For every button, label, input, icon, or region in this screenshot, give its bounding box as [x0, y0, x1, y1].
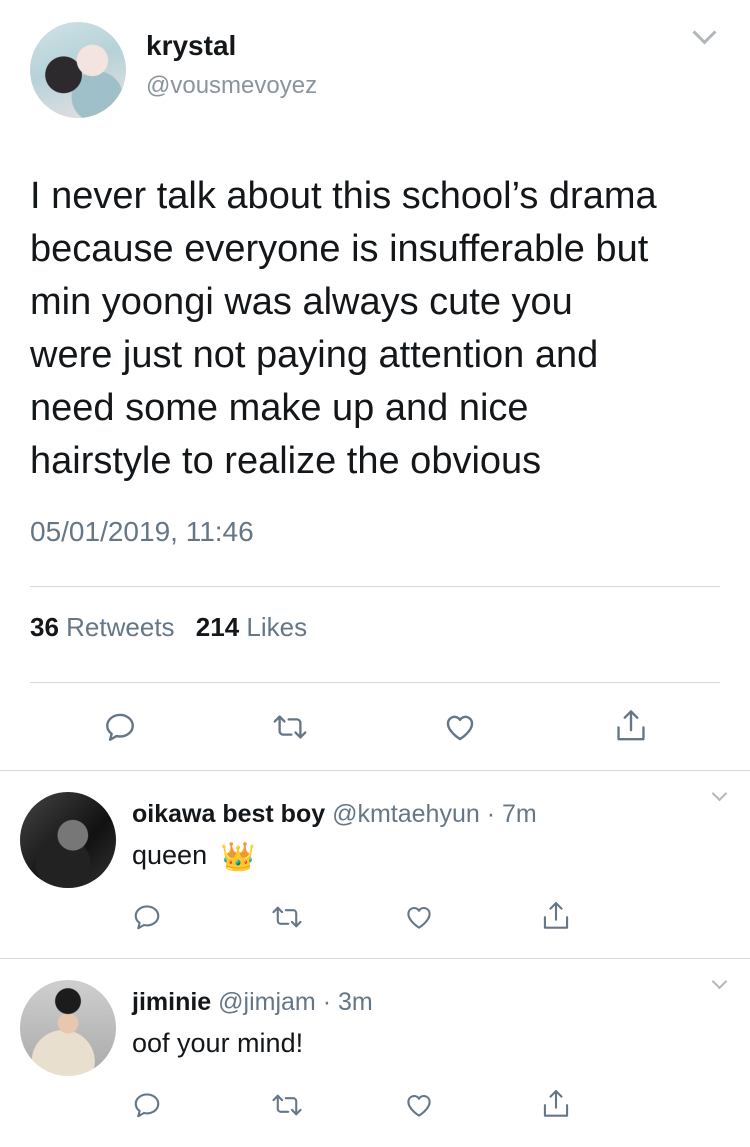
reply-text: oof your mind!	[132, 1028, 304, 1058]
reply-icon[interactable]	[132, 1090, 162, 1120]
like-count[interactable]: 214	[196, 612, 239, 642]
like-icon[interactable]	[404, 902, 434, 932]
user-handle[interactable]: @jimjam	[218, 988, 316, 1016]
share-icon[interactable]	[541, 1088, 571, 1120]
tweet-text-line: I never talk about this school’s drama	[30, 175, 657, 217]
chevron-down-icon[interactable]	[711, 973, 728, 990]
avatar[interactable]	[20, 792, 116, 888]
reply-header: oikawa best boy @kmtaehyun · 7m	[132, 800, 537, 829]
reply-icon[interactable]	[132, 902, 162, 932]
crown-emoji: 👑	[220, 841, 256, 872]
retweet-label[interactable]: Retweets	[66, 612, 174, 642]
share-icon[interactable]	[614, 708, 648, 744]
reply-tweet[interactable]: jiminie @jimjam · 3m oof your mind!	[0, 958, 750, 1147]
like-icon[interactable]	[443, 710, 477, 744]
tweet-text-line: need some make up and nice	[30, 387, 529, 429]
tweet-stats: 36 Retweets 214 Likes	[30, 612, 321, 643]
retweet-icon[interactable]	[271, 902, 303, 932]
chevron-down-icon[interactable]	[692, 20, 717, 45]
retweet-count[interactable]: 36	[30, 612, 59, 642]
display-name[interactable]: jiminie	[132, 988, 211, 1016]
avatar[interactable]	[20, 980, 116, 1076]
user-handle[interactable]: @kmtaehyun	[332, 800, 480, 828]
reply-icon[interactable]	[103, 710, 137, 744]
like-label[interactable]: Likes	[246, 612, 307, 642]
tweet-text: I never talk about this school’s drama b…	[30, 170, 730, 488]
chevron-down-icon[interactable]	[711, 785, 728, 802]
separator-dot: ·	[322, 988, 332, 1016]
reply-text: queen 👑	[132, 840, 255, 873]
like-icon[interactable]	[404, 1090, 434, 1120]
tweet-text-line: hairstyle to realize the obvious	[30, 440, 542, 482]
main-tweet: krystal @vousmevoyez I never talk about …	[0, 0, 750, 770]
separator-dot: ·	[486, 800, 496, 828]
reply-text-content: queen	[132, 840, 208, 870]
display-name[interactable]: oikawa best boy	[132, 800, 325, 828]
retweet-icon[interactable]	[272, 710, 308, 744]
reply-header: jiminie @jimjam · 3m	[132, 988, 373, 1017]
tweet-text-line: because everyone is insufferable but	[30, 228, 649, 270]
display-name[interactable]: krystal	[146, 30, 236, 62]
reply-time[interactable]: 7m	[502, 800, 537, 828]
reply-tweet[interactable]: oikawa best boy @kmtaehyun · 7m queen 👑	[0, 770, 750, 958]
divider	[30, 682, 720, 683]
tweet-text-line: were just not paying attention and	[30, 334, 599, 376]
share-icon[interactable]	[541, 900, 571, 932]
avatar[interactable]	[30, 22, 126, 118]
tweet-text-line: min yoongi was always cute you	[30, 281, 573, 323]
tweet-timestamp[interactable]: 05/01/2019, 11:46	[30, 516, 254, 548]
reply-time[interactable]: 3m	[338, 988, 373, 1016]
retweet-icon[interactable]	[271, 1090, 303, 1120]
divider	[30, 586, 720, 587]
user-handle[interactable]: @vousmevoyez	[146, 72, 317, 100]
